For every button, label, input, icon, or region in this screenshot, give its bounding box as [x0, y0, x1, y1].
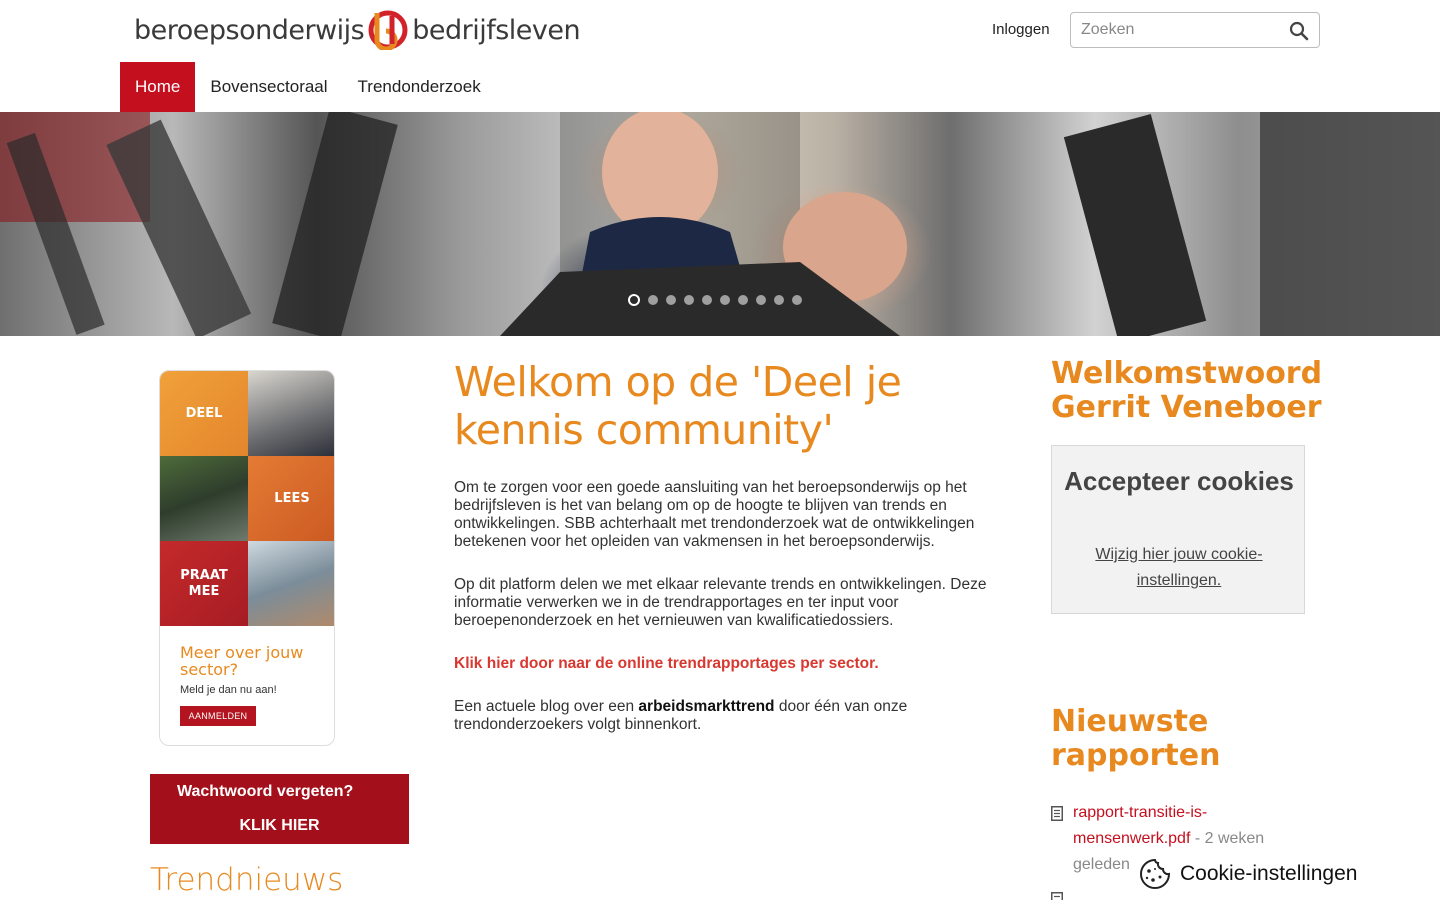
- carousel-dot[interactable]: [792, 295, 802, 305]
- nav-item-bovensectoraal[interactable]: Bovensectoraal: [195, 62, 342, 112]
- nav-item-home[interactable]: Home: [120, 62, 196, 112]
- search-box: [1070, 12, 1320, 48]
- cookie-settings-label: Cookie-instellingen: [1180, 862, 1358, 885]
- carousel-dot[interactable]: [666, 295, 676, 305]
- carousel-dot[interactable]: [628, 294, 640, 306]
- forgot-password-title: Wachtwoord vergeten?: [177, 783, 354, 800]
- nav-item-trendonderzoek[interactable]: Trendonderzoek: [343, 62, 496, 112]
- promo-signup-button[interactable]: AANMELDEN: [180, 706, 256, 726]
- promo-banner[interactable]: DEEL LEES PRAAT MEE Meer over jouw sector…: [159, 370, 335, 746]
- carousel-dot[interactable]: [774, 295, 784, 305]
- document-icon: [1051, 892, 1063, 900]
- carousel-dot[interactable]: [702, 295, 712, 305]
- trendnieuws-heading: Trendnieuws: [150, 862, 344, 898]
- reports-heading: Nieuwste rapporten: [1051, 704, 1221, 773]
- carousel-dots: [628, 294, 802, 306]
- document-icon: [1051, 806, 1063, 821]
- promo-title: Meer over jouw sector?: [180, 643, 304, 679]
- search-input[interactable]: [1081, 19, 1281, 41]
- page-title: Welkom op de 'Deel je kennis community': [454, 358, 902, 454]
- tile-photo-office: [248, 371, 334, 456]
- cookie-settings-floating-button[interactable]: Cookie-instellingen: [1138, 856, 1366, 892]
- forgot-password-link[interactable]: KLIK HIER: [150, 817, 409, 835]
- tile-deel: DEEL: [160, 371, 248, 456]
- search-icon[interactable]: [1289, 21, 1309, 41]
- promo-subtitle: Meld je dan nu aan!: [180, 684, 277, 696]
- carousel-dot[interactable]: [738, 295, 748, 305]
- carousel-dot[interactable]: [648, 295, 658, 305]
- report-file-link[interactable]: rapport-transitie-is-mensenwerk.pdf: [1073, 804, 1207, 847]
- cookie-box-title: Accepteer cookies: [1064, 466, 1294, 496]
- site-header: beroepsonderwijs bedrijfsleven Inloggen …: [0, 0, 1440, 112]
- carousel-dot[interactable]: [684, 295, 694, 305]
- logo-mark-icon: [368, 10, 408, 50]
- cookie-consent-box: Accepteer cookies Wijzig hier jouw cooki…: [1051, 445, 1305, 614]
- blog-text-before: Een actuele blog over een: [454, 698, 639, 715]
- carousel-dot[interactable]: [720, 295, 730, 305]
- trendrapportages-link[interactable]: Klik hier door naar de online trendrappo…: [454, 655, 1014, 673]
- tile-praat-line2: MEE: [188, 583, 220, 599]
- site-logo[interactable]: beroepsonderwijs bedrijfsleven: [134, 8, 581, 52]
- welcome-heading: Welkomstwoord Gerrit Veneboer: [1051, 356, 1323, 425]
- tile-photo-outdoor: [160, 456, 248, 541]
- blog-text-bold: arbeidsmarkttrend: [638, 698, 775, 715]
- platform-paragraph: Op dit platform delen we met elkaar rele…: [454, 576, 987, 629]
- hero-carousel[interactable]: [0, 112, 1440, 336]
- tile-praat-line1: PRAAT: [180, 567, 228, 583]
- intro-paragraph: Om te zorgen voor een goede aansluiting …: [454, 479, 975, 550]
- blog-paragraph: Een actuele blog over een arbeidsmarkttr…: [454, 698, 1014, 734]
- tile-praat-text: PRAAT MEE: [180, 568, 228, 600]
- tile-photo-classroom: [248, 541, 334, 626]
- logo-text-left: beroepsonderwijs: [134, 14, 365, 46]
- carousel-dot[interactable]: [756, 295, 766, 305]
- tile-lees: LEES: [248, 456, 334, 541]
- cookie-icon: [1140, 858, 1171, 889]
- forgot-password-box: Wachtwoord vergeten? KLIK HIER: [150, 774, 409, 844]
- main-nav: Home Bovensectoraal Trendonderzoek: [120, 62, 496, 112]
- cookie-settings-link[interactable]: Wijzig hier jouw cookie-instellingen.: [1082, 542, 1276, 594]
- login-link[interactable]: Inloggen: [992, 21, 1050, 38]
- logo-text-right: bedrijfsleven: [412, 14, 581, 46]
- tile-praat-mee: PRAAT MEE: [160, 541, 248, 626]
